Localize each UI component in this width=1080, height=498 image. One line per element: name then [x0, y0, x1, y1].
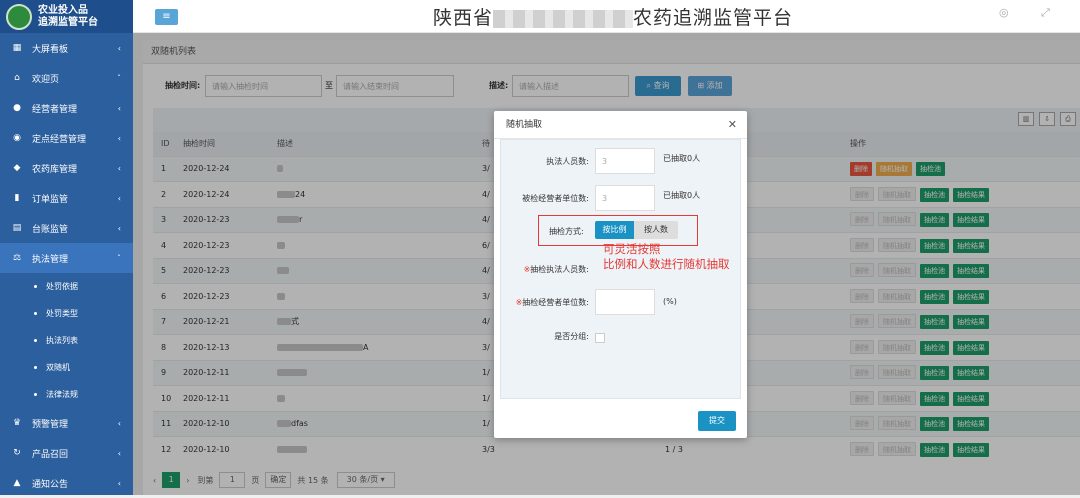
warning-icon: ♛: [12, 418, 22, 428]
officers-input[interactable]: 3: [595, 148, 655, 174]
sidebar-item-notice[interactable]: ▲ 通知公告 ‹: [0, 468, 133, 498]
ledger-icon: ▤: [12, 223, 22, 233]
chevron-left-icon: ‹: [117, 43, 121, 53]
method-ratio-button[interactable]: 按比例: [595, 221, 634, 239]
sidebar-item-pesticide-lib[interactable]: ◆ 农药库管理 ‹: [0, 153, 133, 183]
sidebar-item-orders[interactable]: ▮ 订单监管 ‹: [0, 183, 133, 213]
logo: 农业投入品 追溯监管平台: [0, 0, 133, 33]
submenu-label: 法律法规: [46, 390, 78, 399]
group-row: 是否分组:: [501, 328, 742, 356]
submenu-penalty-type[interactable]: 处罚类型: [0, 300, 133, 327]
home-icon: ⌂: [14, 73, 20, 83]
sidebar-item-label: 产品召回: [32, 449, 69, 460]
sidebar-item-label: 预警管理: [32, 419, 69, 430]
officers-label: 执法人员数:: [546, 157, 589, 166]
recall-icon: ↻: [13, 448, 21, 458]
layers-icon: ◆: [13, 163, 21, 173]
dashboard-icon: ▦: [12, 43, 22, 53]
notice-icon: ▲: [13, 478, 21, 488]
submenu-penalty-basis[interactable]: 处罚依据: [0, 273, 133, 300]
chevron-left-icon: ‹: [117, 223, 121, 233]
draw-units-input[interactable]: [595, 289, 655, 315]
sidebar-item-warning[interactable]: ♛ 预警管理 ‹: [0, 408, 133, 438]
redacted-text: [493, 9, 634, 28]
menu-toggle-button[interactable]: ≡: [155, 9, 178, 25]
theme-icon[interactable]: ◎: [999, 6, 1009, 19]
officers-drawn: 已抽取0人: [663, 154, 701, 163]
sidebar-item-designated[interactable]: ◉ 定点经营管理 ‹: [0, 123, 133, 153]
draw-officers-label: ※抽检执法人员数:: [523, 265, 589, 274]
submenu-laws[interactable]: 法律法规: [0, 381, 133, 408]
units-drawn: 已抽取0人: [663, 191, 701, 200]
submenu-label: 处罚类型: [46, 309, 78, 318]
sidebar-item-label: 大屏看板: [32, 44, 69, 55]
title-suffix: 农药追溯监管平台: [633, 7, 794, 29]
bar-chart-icon: ▮: [14, 193, 20, 203]
percent-label: (%): [663, 297, 677, 306]
emblem-icon: [6, 3, 32, 30]
sidebar-item-label: 订单监管: [32, 194, 69, 205]
sidebar-item-label: 经营者管理: [32, 104, 78, 115]
method-count-button[interactable]: 按人数: [634, 221, 678, 239]
annotation-line2: 比例和人数进行随机抽取: [603, 257, 730, 271]
sidebar-item-label: 欢迎页: [32, 74, 60, 85]
user-icon: ●: [13, 103, 21, 113]
chevron-left-icon: ‹: [117, 448, 121, 458]
submenu-label: 处罚依据: [46, 282, 78, 291]
chevron-left-icon: ‹: [117, 418, 121, 428]
sidebar-item-label: 执法管理: [32, 254, 69, 265]
logo-line2: 追溯监管平台: [38, 16, 98, 28]
group-label: 是否分组:: [554, 332, 589, 341]
sidebar-item-label: 通知公告: [32, 479, 69, 490]
units-row: 被检经营者单位数: 3 已抽取0人: [501, 185, 742, 213]
top-header: ≡ 陕西省 农药追溯监管平台 ◎ ⤢: [133, 0, 1080, 33]
units-label: 被检经营者单位数:: [522, 194, 589, 203]
annotation-text: 可灵活按照 比例和人数进行随机抽取: [603, 242, 730, 272]
chevron-left-icon: ‹: [117, 193, 121, 203]
sidebar-item-operators[interactable]: ● 经营者管理 ‹: [0, 93, 133, 123]
close-icon[interactable]: ✕: [728, 118, 737, 131]
draw-units-label-text: 抽检经营者单位数:: [522, 298, 589, 307]
title-prefix: 陕西省: [433, 7, 494, 29]
shop-icon: ◉: [13, 133, 21, 143]
sidebar-item-enforcement[interactable]: ⚖ 执法管理 ˇ: [0, 243, 133, 273]
dialog-title: 随机抽取: [494, 111, 747, 139]
fullscreen-icon[interactable]: ⤢: [1041, 6, 1050, 20]
chevron-down-icon: ˇ: [117, 73, 121, 83]
enforcement-icon: ⚖: [12, 253, 22, 263]
chevron-left-icon: ‹: [117, 163, 121, 173]
sidebar-item-label: 农药库管理: [32, 164, 78, 175]
page-title: 陕西省 农药追溯监管平台: [433, 3, 793, 30]
sidebar: 农业投入品 追溯监管平台 ▦ 大屏看板 ‹ ⌂ 欢迎页 ˇ ● 经营者管理 ‹ ◉ 定点经营管理…: [0, 0, 133, 495]
draw-units-row: ※抽检经营者单位数: (%): [501, 289, 742, 317]
sidebar-item-dashboard[interactable]: ▦ 大屏看板 ‹: [0, 33, 133, 63]
draw-units-label: ※抽检经营者单位数:: [515, 298, 589, 307]
sidebar-item-label: 台账监管: [32, 224, 69, 235]
units-input[interactable]: 3: [595, 185, 655, 211]
sidebar-item-welcome[interactable]: ⌂ 欢迎页 ˇ: [0, 63, 133, 93]
submenu-label: 双随机: [46, 363, 70, 372]
sidebar-item-recall[interactable]: ↻ 产品召回 ‹: [0, 438, 133, 468]
submit-button[interactable]: 提交: [698, 411, 736, 431]
chevron-left-icon: ‹: [117, 103, 121, 113]
submenu-enforcement-list[interactable]: 执法列表: [0, 327, 133, 354]
submenu-double-random[interactable]: 双随机: [0, 354, 133, 381]
logo-line1: 农业投入品: [38, 4, 88, 16]
group-checkbox[interactable]: [595, 333, 605, 343]
chevron-left-icon: ‹: [117, 478, 121, 488]
sidebar-item-label: 定点经营管理: [32, 134, 87, 145]
random-draw-dialog: 随机抽取 ✕ 执法人员数: 3 已抽取0人 被检经营者单位数: 3 已抽取0人 …: [494, 111, 747, 438]
chevron-left-icon: ‹: [117, 133, 121, 143]
chevron-down-icon: ˇ: [117, 253, 121, 263]
officers-row: 执法人员数: 3 已抽取0人: [501, 148, 742, 176]
submenu-label: 执法列表: [46, 336, 78, 345]
sidebar-item-ledger[interactable]: ▤ 台账监管 ‹: [0, 213, 133, 243]
method-label: 抽检方式:: [549, 227, 584, 236]
draw-officers-label-text: 抽检执法人员数:: [530, 265, 589, 274]
annotation-line1: 可灵活按照: [603, 242, 661, 256]
